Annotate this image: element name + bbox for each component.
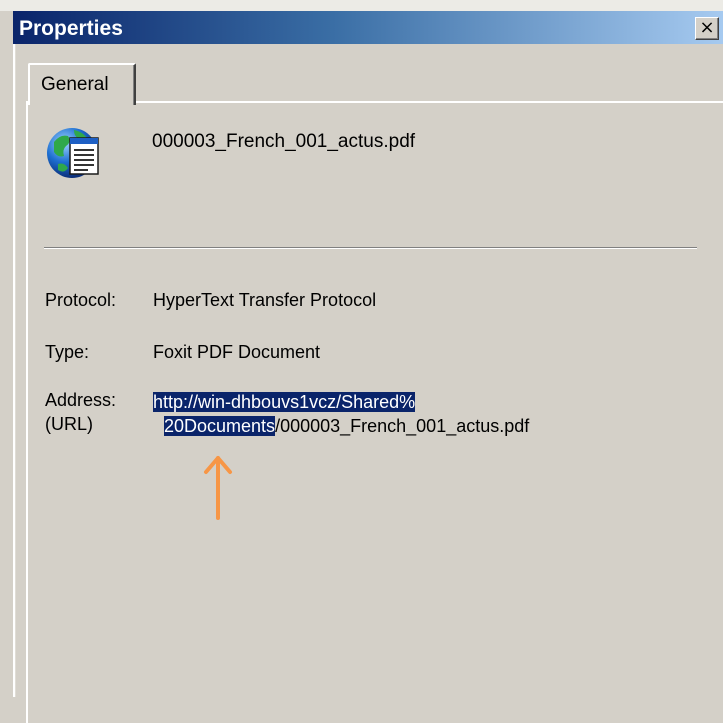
protocol-value: HyperText Transfer Protocol [153, 290, 377, 310]
address-rest[interactable]: /000003_French_001_actus.pdf [275, 416, 529, 436]
address-selection-line1[interactable]: http://win-dhbouvs1vcz/Shared% [153, 392, 416, 412]
address-value[interactable]: http://win-dhbouvs1vcz/Shared% 20Documen… [153, 390, 529, 438]
arrow-up-icon [198, 452, 238, 522]
address-selection-line2[interactable]: 20Documents [164, 416, 276, 436]
close-icon: × [699, 17, 715, 38]
close-button[interactable]: × [695, 17, 719, 40]
web-document-icon [44, 120, 110, 186]
tab-general-label: General [41, 74, 109, 95]
tab-general[interactable]: General [28, 63, 136, 105]
type-label: Type: [45, 342, 90, 362]
filename: 000003_French_001_actus.pdf [152, 131, 416, 152]
url-label: (URL) [45, 414, 93, 434]
address-label: Address: [45, 390, 117, 410]
screen-top-strip [0, 0, 723, 11]
window-left-edge [13, 44, 15, 697]
title-bar[interactable]: Properties × [13, 11, 723, 44]
protocol-label: Protocol: [45, 290, 117, 310]
window-title: Properties [19, 17, 123, 40]
separator-line [44, 247, 697, 249]
type-value: Foxit PDF Document [153, 342, 321, 362]
